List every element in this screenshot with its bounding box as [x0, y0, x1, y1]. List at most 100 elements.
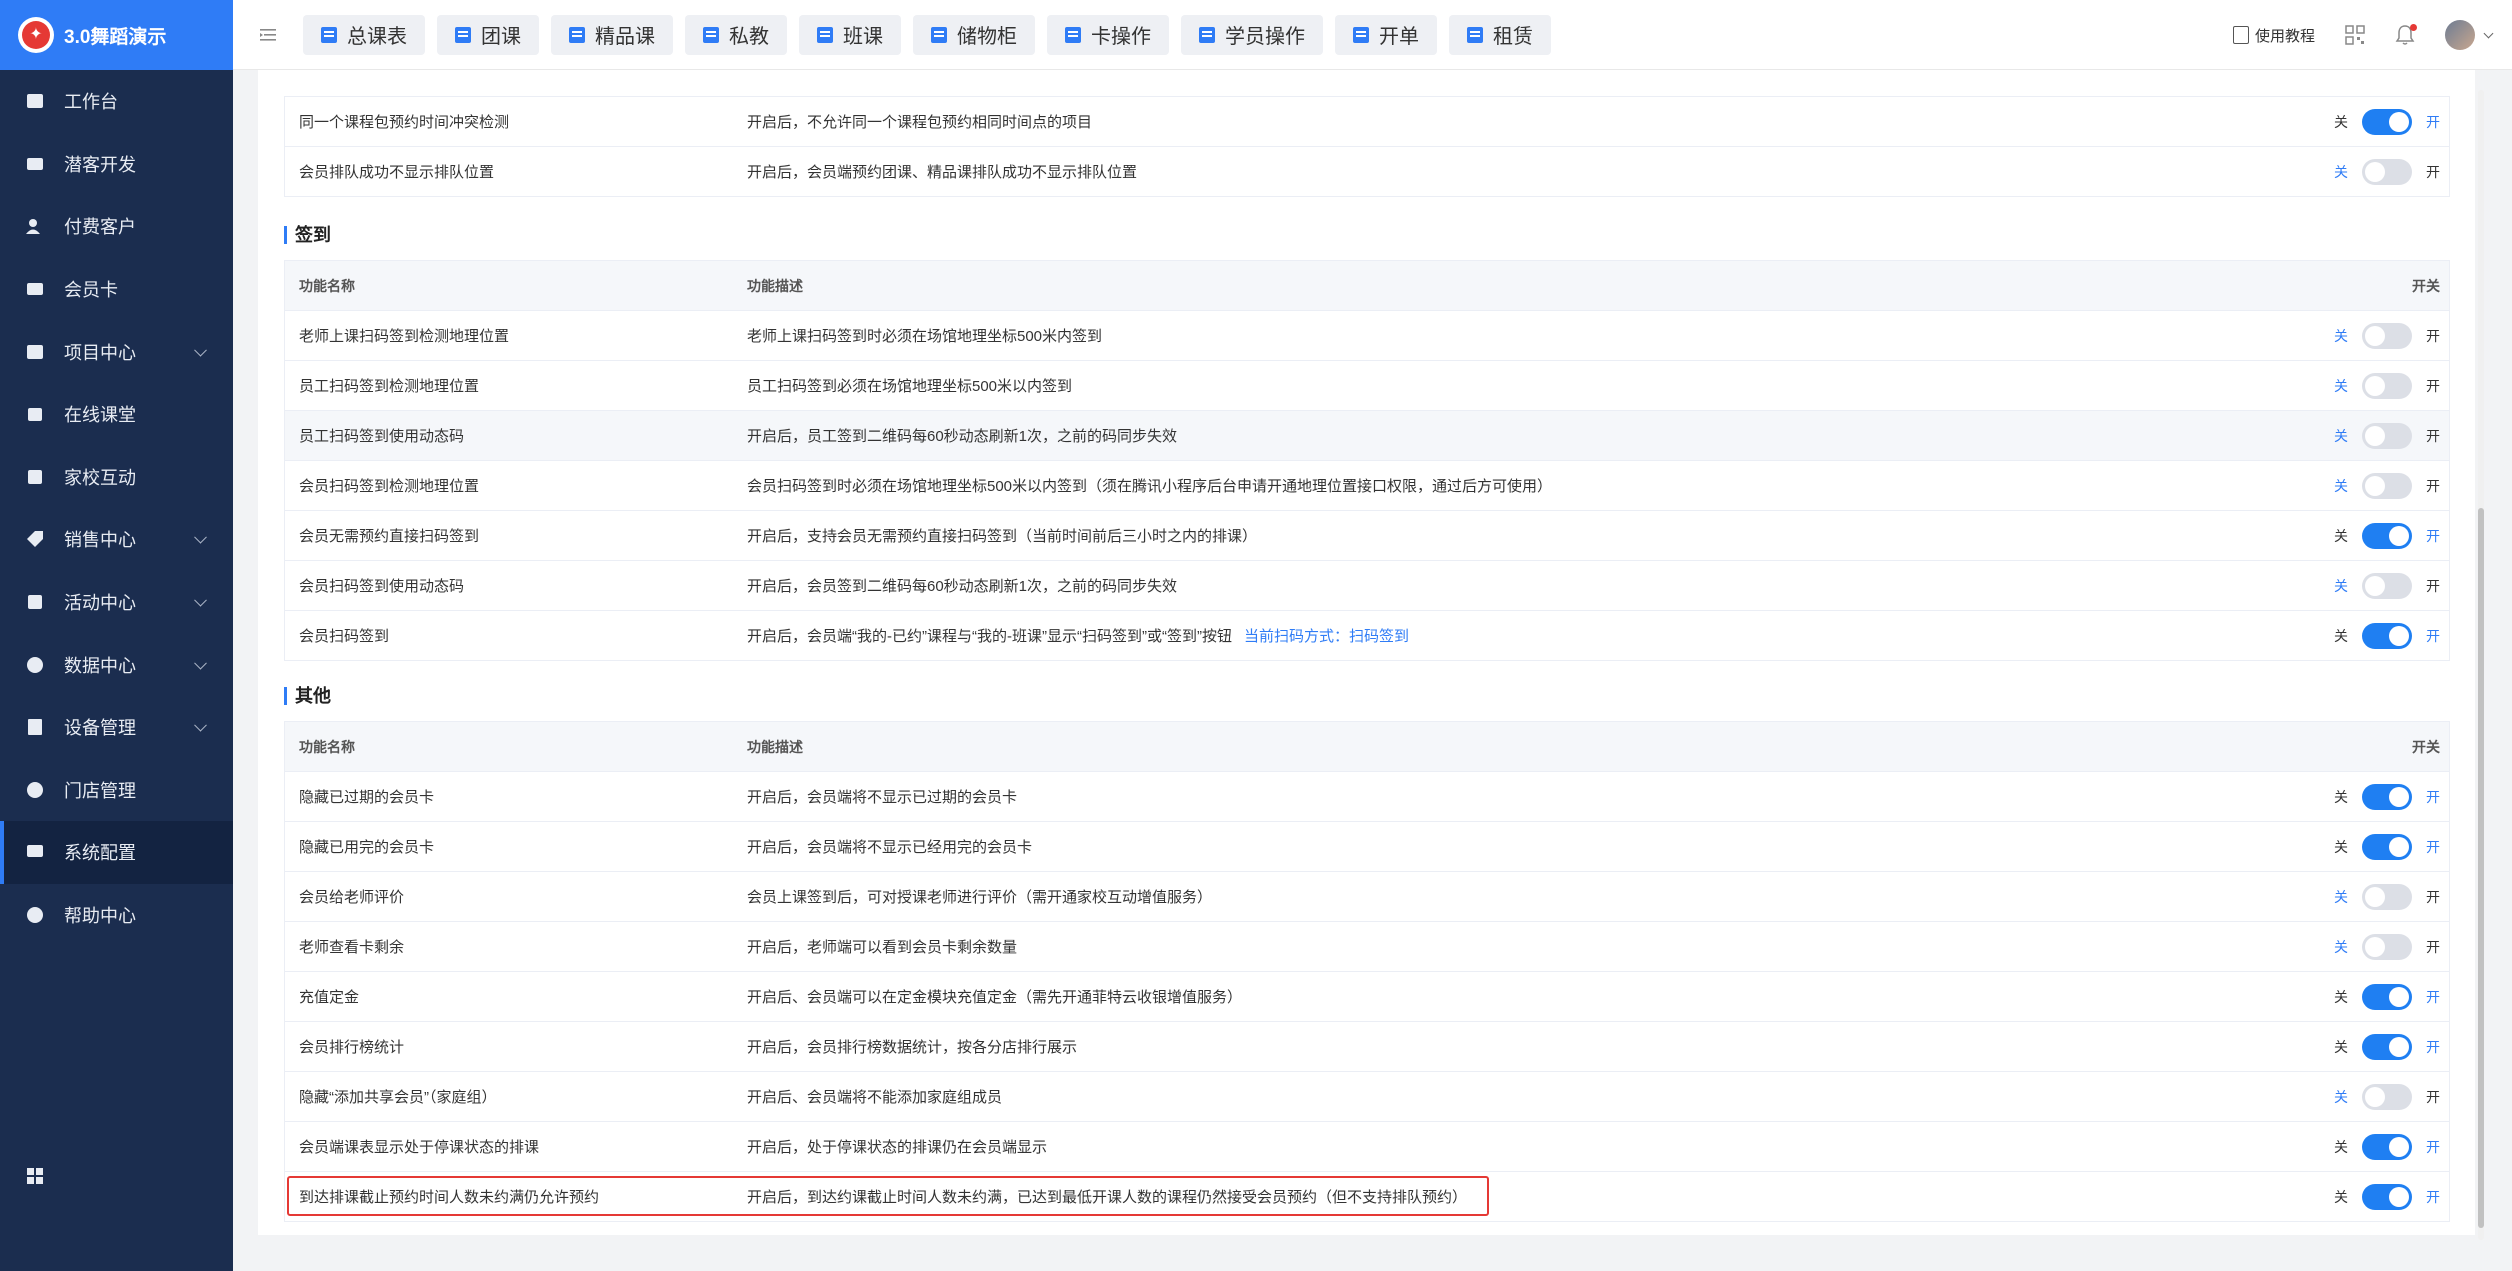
user-menu[interactable] [2445, 20, 2494, 50]
collapse-menu-icon[interactable] [233, 0, 303, 70]
scan-mode-link[interactable]: 当前扫码方式：扫码签到 [1244, 628, 1409, 645]
sidebar-item-5[interactable]: 在线课堂 [0, 383, 233, 446]
sidebar-item-3[interactable]: 会员卡 [0, 258, 233, 321]
row-desc: 老师上课扫码签到时必须在场馆地理坐标500米内签到 [747, 328, 1103, 345]
sidebar-item-label: 在线课堂 [64, 405, 136, 426]
toggle-switch[interactable] [2362, 572, 2412, 599]
sidebar-item-6[interactable]: 家校互动 [0, 446, 233, 509]
sidebar-item-4[interactable]: 项目中心 [0, 320, 233, 383]
toggle-switch[interactable] [2362, 833, 2412, 860]
booking-settings-table: 同一个课程包预约时间冲突检测 开启后，不允许同一个课程包预约相同时间点的项目关开会… [284, 96, 2450, 197]
table-header: 功能名称 功能描述 开关 [285, 261, 2449, 311]
toggle-switch[interactable] [2362, 158, 2412, 185]
sidebar-item-label: 工作台 [64, 92, 118, 113]
tab-icon [817, 26, 833, 43]
quick-tab-6[interactable]: 卡操作 [1047, 14, 1169, 55]
toggle-switch[interactable] [2362, 522, 2412, 549]
row-desc: 开启后，到达约课截止时间人数未约满，已达到最低开课人数的课程仍然接受会员预约（但… [747, 1189, 1468, 1206]
tutorial-label: 使用教程 [2254, 27, 2315, 45]
toggle-on-label: 开 [2426, 163, 2440, 180]
toggle-switch[interactable] [2362, 322, 2412, 349]
quick-tab-7[interactable]: 学员操作 [1181, 14, 1323, 55]
tutorial-link[interactable]: 使用教程 [2232, 25, 2315, 46]
store-icon [26, 781, 44, 799]
toggle-off-label: 关 [2334, 377, 2348, 394]
tab-icon [931, 26, 947, 43]
toggle-switch[interactable] [2362, 1183, 2412, 1210]
sidebar-item-12[interactable]: 系统配置 [0, 821, 233, 884]
row-desc-cell: 开启后，会员端“我的-已约”课程与“我的-班课”显示“扫码签到”或“签到”按钮当… [747, 625, 2202, 646]
sidebar-item-1[interactable]: 潜客开发 [0, 133, 233, 196]
row-name: 会员给老师评价 [299, 889, 405, 906]
toggle-switch[interactable] [2362, 983, 2412, 1010]
row-desc-cell: 开启后，到达约课截止时间人数未约满，已达到最低开课人数的课程仍然接受会员预约（但… [747, 1186, 2202, 1207]
toggle-switch[interactable] [2362, 108, 2412, 135]
quick-tab-label: 储物柜 [957, 26, 1017, 48]
toggle-switch[interactable] [2362, 472, 2412, 499]
toggle-off-label: 关 [2334, 477, 2348, 494]
row-desc: 会员上课签到后，可对授课老师进行评价（需开通家校互动增值服务） [747, 889, 1213, 906]
sidebar-item-label: 项目中心 [64, 342, 136, 363]
quick-tab-2[interactable]: 精品课 [551, 14, 673, 55]
sidebar-item-label: 设备管理 [64, 718, 136, 739]
sidebar-item-10[interactable]: 设备管理 [0, 696, 233, 759]
sidebar-item-8[interactable]: 活动中心 [0, 571, 233, 634]
tab-icon [569, 26, 585, 43]
sidebar-item-2[interactable]: 付费客户 [0, 195, 233, 258]
toggle-on-label: 开 [2426, 1188, 2440, 1205]
chevron-down-icon [194, 343, 207, 357]
tab-icon [455, 26, 471, 43]
sidebar-item-11[interactable]: 门店管理 [0, 759, 233, 822]
toggle-switch[interactable] [2362, 933, 2412, 960]
toggle-switch[interactable] [2362, 1033, 2412, 1060]
table-row: 同一个课程包预约时间冲突检测 开启后，不允许同一个课程包预约相同时间点的项目关开 [285, 97, 2449, 147]
row-name: 同一个课程包预约时间冲突检测 [299, 114, 510, 131]
table-header: 功能名称 功能描述 开关 [285, 722, 2449, 772]
toggle-switch[interactable] [2362, 422, 2412, 449]
row-name: 会员扫码签到 [299, 628, 390, 645]
toggle-switch[interactable] [2362, 622, 2412, 649]
qrcode-icon[interactable] [2345, 25, 2365, 45]
sidebar-item-13[interactable]: 帮助中心 [0, 884, 233, 947]
row-desc: 员工扫码签到必须在场馆地理坐标500米以内签到 [747, 378, 1073, 395]
brand[interactable]: ✦ 3.0舞蹈演示 [0, 0, 233, 70]
toggle-on-label: 开 [2426, 788, 2440, 805]
quick-tab-5[interactable]: 储物柜 [913, 14, 1035, 55]
table-row: 充值定金 开启后、会员端可以在定金模块充值定金（需先开通菲特云收银增值服务）关开 [285, 972, 2449, 1022]
toggle-switch[interactable] [2362, 372, 2412, 399]
toggle-off-label: 关 [2334, 527, 2348, 544]
chevron-down-icon [194, 656, 207, 670]
row-desc-cell: 开启后，员工签到二维码每60秒动态刷新1次，之前的码同步失效 [747, 425, 2202, 446]
quick-tab-1[interactable]: 团课 [437, 14, 539, 55]
book-icon [2232, 26, 2249, 44]
quick-tab-4[interactable]: 班课 [799, 14, 901, 55]
table-row: 会员端课表显示处于停课状态的排课 开启后，处于停课状态的排课仍在会员端显示关开 [285, 1122, 2449, 1172]
toggle-on-label: 开 [2426, 988, 2440, 1005]
sidebar-item-0[interactable]: 工作台 [0, 70, 233, 133]
scrollbar[interactable] [2478, 90, 2484, 1240]
quick-tab-3[interactable]: 私教 [685, 14, 787, 55]
apps-grid-icon[interactable] [26, 1167, 44, 1185]
toggle-switch[interactable] [2362, 1083, 2412, 1110]
quick-tab-9[interactable]: 租赁 [1449, 14, 1551, 55]
toggle-switch[interactable] [2362, 1133, 2412, 1160]
toggle-switch[interactable] [2362, 783, 2412, 810]
users-icon [26, 217, 44, 235]
bell-icon[interactable] [2395, 24, 2417, 46]
header-name: 功能名称 [299, 738, 355, 755]
toggle-switch[interactable] [2362, 883, 2412, 910]
chevron-down-icon [194, 719, 207, 732]
row-name: 会员排行榜统计 [299, 1039, 405, 1056]
toggle-on-label: 开 [2426, 838, 2440, 855]
quick-tab-label: 总课表 [347, 26, 407, 48]
row-desc: 开启后、会员端将不能添加家庭组成员 [747, 1089, 1003, 1106]
scrollbar-thumb[interactable] [2478, 508, 2484, 1228]
row-desc: 开启后，会员端将不显示已过期的会员卡 [747, 789, 1018, 806]
sidebar-item-9[interactable]: 数据中心 [0, 633, 233, 696]
table-row: 员工扫码签到检测地理位置 员工扫码签到必须在场馆地理坐标500米以内签到关开 [285, 361, 2449, 411]
sidebar-item-label: 潜客开发 [64, 154, 136, 175]
device-icon [26, 718, 44, 736]
quick-tab-8[interactable]: 开单 [1335, 14, 1437, 55]
sidebar-item-7[interactable]: 销售中心 [0, 508, 233, 571]
quick-tab-0[interactable]: 总课表 [303, 14, 425, 55]
